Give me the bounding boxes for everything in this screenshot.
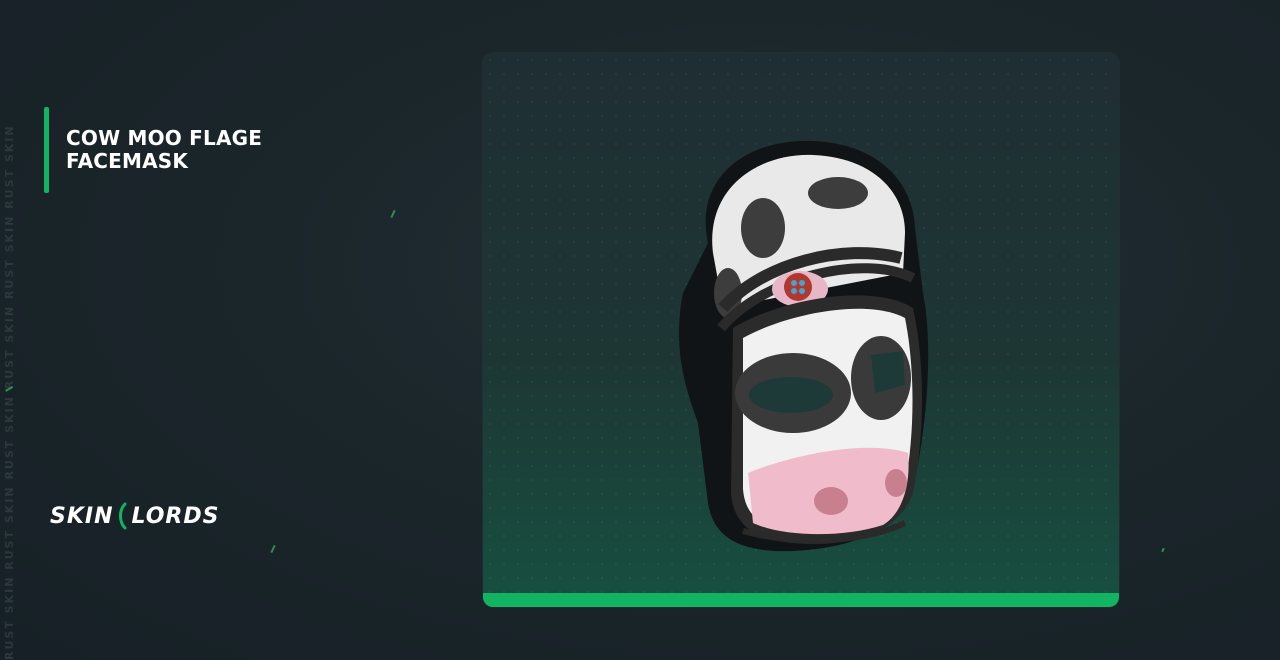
- cow-facemask-image: [678, 140, 929, 552]
- item-title-block: COW MOO FLAGE FACEMASK: [44, 107, 344, 193]
- item-title: COW MOO FLAGE FACEMASK: [66, 126, 263, 173]
- item-preview-card: [483, 53, 1119, 607]
- logo-separator-icon: [118, 502, 126, 530]
- spark-decoration: [270, 544, 276, 554]
- skinlords-logo: SKIN LORDS: [50, 500, 219, 532]
- spark-decoration: [1161, 547, 1165, 553]
- logo-text-right: LORDS: [131, 503, 220, 529]
- title-accent-bar: [44, 107, 49, 193]
- logo-text-left: SKIN: [50, 503, 114, 529]
- spark-decoration: [390, 209, 396, 219]
- card-accent-bar: [483, 593, 1119, 607]
- side-watermark: RUST SKIN RUST SKIN RUST SKIN RUST SKIN …: [3, 124, 16, 660]
